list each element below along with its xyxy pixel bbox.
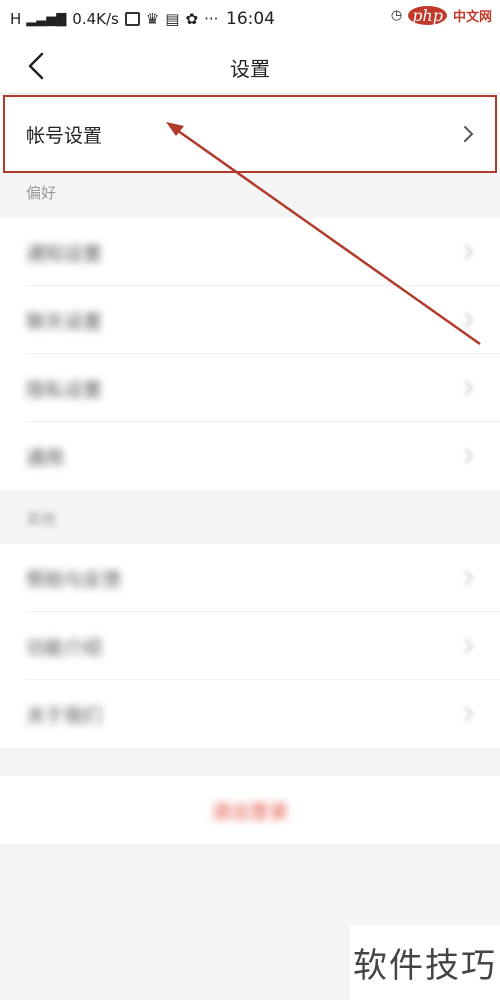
site-logo-cn: 中文网 xyxy=(452,10,492,25)
chevron-right-icon xyxy=(464,570,474,586)
preference-item[interactable]: 聊天设置 xyxy=(0,286,500,354)
chevron-right-icon xyxy=(464,448,474,464)
preference-item-label: 聊天设置 xyxy=(26,310,103,333)
nav-bar: 设置 xyxy=(0,38,500,94)
account-settings-label: 帐号设置 xyxy=(26,124,103,147)
status-time: 16:04 xyxy=(226,9,275,29)
chevron-right-icon xyxy=(464,706,474,722)
site-logo: php xyxy=(408,6,447,25)
other-item-label: 帮助与反馈 xyxy=(26,568,122,591)
more-dots: ··· xyxy=(204,10,219,28)
section-title-other: 其他 xyxy=(26,510,57,528)
watermark: 软件技巧 xyxy=(350,925,500,1000)
chevron-right-icon xyxy=(464,244,474,260)
other-item[interactable]: 帮助与反馈 xyxy=(0,544,500,612)
other-item[interactable]: 功能介绍 xyxy=(0,612,500,680)
section-title-preferences: 偏好 xyxy=(26,184,57,202)
chevron-right-icon xyxy=(464,312,474,328)
logout-button[interactable]: 退出登录 xyxy=(0,776,500,844)
alarm-icon: ◷ xyxy=(390,8,403,23)
preference-item[interactable]: 隐私设置 xyxy=(0,354,500,422)
preference-item-label: 通知设置 xyxy=(26,242,103,265)
other-item-label: 关于我们 xyxy=(26,704,103,727)
status-bar: H ▂▃▅▇ 0.4K/s ♛ ▤ ✿ ··· 16:04 ◷ php 中文网 xyxy=(0,0,500,38)
signal-indicator: H xyxy=(10,10,21,28)
chevron-right-icon xyxy=(464,126,474,142)
network-speed: 0.4K/s xyxy=(72,10,119,28)
page-title: 设置 xyxy=(230,57,270,81)
chevron-right-icon xyxy=(464,638,474,654)
app-icon: ✿ xyxy=(185,10,199,28)
calendar-icon: ▤ xyxy=(165,10,180,28)
preference-item[interactable]: 通用 xyxy=(0,422,500,490)
preference-item[interactable]: 通知设置 xyxy=(0,218,500,286)
crown-icon: ♛ xyxy=(145,10,160,28)
logout-label: 退出登录 xyxy=(211,800,288,823)
notification-icon xyxy=(124,12,140,26)
status-right: ◷ php 中文网 xyxy=(391,6,492,25)
status-left: H ▂▃▅▇ 0.4K/s ♛ ▤ ✿ ··· xyxy=(10,10,218,28)
preference-item-label: 通用 xyxy=(26,446,65,469)
other-item[interactable]: 关于我们 xyxy=(0,680,500,748)
chevron-right-icon xyxy=(464,380,474,396)
other-item-label: 功能介绍 xyxy=(26,636,103,659)
account-settings-row[interactable]: 帐号设置 xyxy=(0,96,500,172)
signal-bars-icon: ▂▃▅▇ xyxy=(26,11,67,27)
preference-item-label: 隐私设置 xyxy=(26,378,103,401)
